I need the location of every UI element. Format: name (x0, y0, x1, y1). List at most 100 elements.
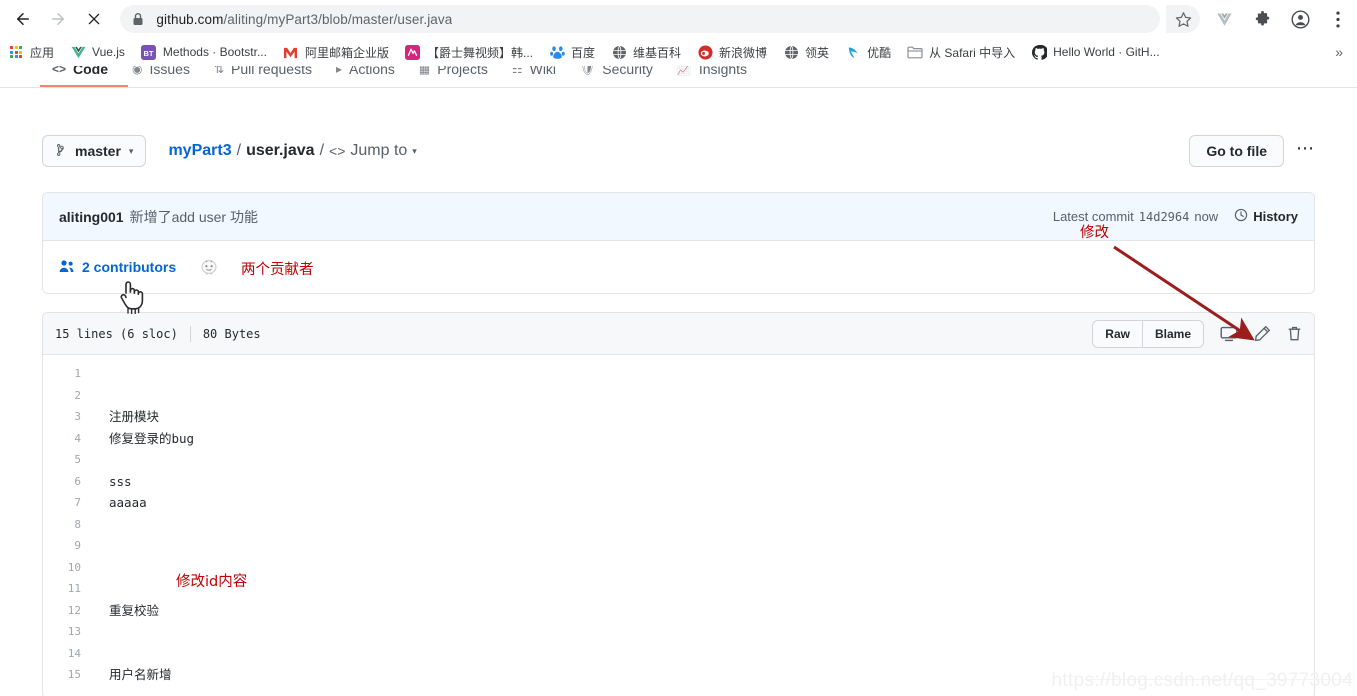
url-host: github.com (156, 11, 224, 27)
tab-label: Actions (349, 66, 395, 77)
contributors-link[interactable]: 2 contributors (59, 259, 176, 276)
line-number[interactable]: 1 (43, 363, 81, 385)
chrome-menu-icon[interactable] (1324, 5, 1352, 33)
blob-actions: Raw Blame (1092, 319, 1302, 348)
tab-actions[interactable]: ▸ Actions (324, 66, 407, 86)
bookmark-alimail[interactable]: 阿里邮箱企业版 (275, 40, 397, 64)
forward-arrow-icon[interactable] (43, 4, 72, 34)
bookmark-vuejs[interactable]: Vue.js (62, 40, 133, 64)
line-number[interactable]: 9 (43, 535, 81, 557)
bookmark-linkedin[interactable]: 领英 (775, 40, 837, 64)
git-pull-request-icon: ⇅ (213, 66, 225, 76)
more-options-kebab-icon[interactable]: ⋯ (1296, 139, 1315, 158)
commit-info-box: aliting001 新增了add user 功能 Latest commit … (42, 192, 1315, 294)
weibo-icon (697, 44, 713, 60)
bookmark-jazz-video[interactable]: 【爵士舞视频】韩... (397, 40, 541, 64)
commit-author[interactable]: aliting001 (59, 209, 124, 225)
line-number[interactable]: 4 (43, 428, 81, 450)
code-viewer: 1 2 3 4 5 6 7 8 9 10 11 12 13 14 15 注册模块… (43, 355, 1314, 696)
tab-issues[interactable]: ◉ Issues (120, 66, 202, 86)
active-tab-underline (40, 85, 128, 87)
bootstrap-icon: BT (141, 44, 157, 60)
line-number[interactable]: 13 (43, 621, 81, 643)
chevron-down-icon: ▾ (412, 145, 417, 156)
code-line: aaaaa (109, 495, 147, 510)
line-number[interactable]: 2 (43, 385, 81, 407)
blame-button[interactable]: Blame (1141, 320, 1203, 347)
people-icon (59, 259, 75, 276)
bookmark-label: 优酷 (867, 45, 892, 60)
jump-to-label: Jump to (350, 142, 408, 159)
breadcrumb-repo-link[interactable]: myPart3 (168, 142, 231, 160)
line-number[interactable]: 7 (43, 492, 81, 514)
tab-pull-requests[interactable]: ⇅ Pull requests (202, 66, 324, 86)
code-line: 注册模块 (109, 409, 160, 424)
profile-avatar-icon[interactable] (1286, 5, 1314, 33)
bookmark-weibo[interactable]: 新浪微博 (689, 40, 775, 64)
bookmark-wikipedia[interactable]: 维基百科 (603, 40, 689, 64)
bookmark-hello-world-github[interactable]: Hello World · GitH... (1023, 40, 1167, 64)
bookmark-bootstrap-methods[interactable]: BT Methods · Bootstr... (133, 40, 275, 64)
tab-label: Code (73, 66, 109, 77)
address-bar[interactable]: github.com/aliting/myPart3/blob/master/u… (120, 5, 1160, 33)
bookmark-baidu[interactable]: 百度 (541, 40, 603, 64)
contributor-avatar[interactable] (198, 256, 220, 278)
apps-grid-icon (8, 44, 24, 60)
line-number[interactable]: 5 (43, 449, 81, 471)
line-number[interactable]: 11 (43, 578, 81, 600)
baidu-icon (549, 44, 565, 60)
back-arrow-icon[interactable] (8, 4, 37, 34)
annotation-contributors-note: 两个贡献者 (241, 262, 314, 278)
commit-sha[interactable]: 14d2964 (1139, 210, 1190, 224)
bookmarks-overflow-button[interactable]: » (1335, 44, 1343, 60)
tab-code[interactable]: <> Code (40, 66, 120, 86)
url-path: /aliting/myPart3/blob/master/user.java (223, 11, 453, 27)
shield-icon: 🛡 (580, 66, 596, 76)
bookmark-safari-import-folder[interactable]: 从 Safari 中导入 (899, 40, 1023, 64)
project-board-icon: ▦ (418, 66, 431, 76)
go-to-file-button[interactable]: Go to file (1189, 135, 1284, 167)
tab-wiki[interactable]: ☷ Wiki (500, 66, 568, 86)
bookmarks-bar: 应用 Vue.js BT Methods · Bootstr... 阿里邮箱企业… (0, 38, 1357, 66)
code-icon: <> (52, 66, 67, 76)
folder-icon (907, 44, 923, 60)
branch-selector-button[interactable]: master ▾ (42, 135, 147, 167)
open-in-desktop-icon[interactable] (1220, 326, 1238, 342)
bookmark-apps[interactable]: 应用 (0, 40, 62, 64)
line-number[interactable]: 12 (43, 600, 81, 622)
bookmark-star-icon[interactable] (1166, 5, 1200, 33)
browser-toolbar: github.com/aliting/myPart3/blob/master/u… (0, 0, 1357, 38)
line-number[interactable]: 10 (43, 557, 81, 579)
bookmark-label: 领英 (805, 45, 830, 60)
raw-button[interactable]: Raw (1093, 321, 1142, 347)
blob-stats: 15 lines (6 sloc) 80 Bytes (55, 325, 261, 342)
tab-security[interactable]: 🛡 Security (568, 66, 665, 86)
vue-devtools-icon[interactable] (1210, 5, 1238, 33)
extensions-puzzle-icon[interactable] (1248, 5, 1276, 33)
line-number[interactable]: 6 (43, 471, 81, 493)
svg-text:BT: BT (144, 48, 154, 57)
hand-cursor (117, 280, 147, 315)
tab-insights[interactable]: 📈 Insights (665, 66, 759, 86)
commit-message[interactable]: 新增了add user 功能 (130, 207, 258, 227)
line-number[interactable]: 8 (43, 514, 81, 536)
bookmark-label: 从 Safari 中导入 (929, 45, 1016, 60)
line-number[interactable]: 3 (43, 406, 81, 428)
history-link[interactable]: History (1234, 208, 1298, 225)
code-line: 修复登录的bug (109, 430, 195, 446)
blob-size-label: 80 Bytes (202, 326, 261, 341)
tab-projects[interactable]: ▦ Projects (407, 66, 500, 86)
edit-pencil-icon[interactable] (1254, 325, 1271, 342)
stop-loading-icon[interactable] (79, 4, 108, 34)
bookmark-youku[interactable]: 优酷 (837, 40, 899, 64)
watermark: https://blog.csdn.net/qq_39773004 (1051, 670, 1353, 691)
delete-trash-icon[interactable] (1287, 325, 1302, 342)
tab-label: Pull requests (231, 66, 312, 77)
line-number[interactable]: 15 (43, 664, 81, 686)
repo-nav-tabs: <> Code ◉ Issues ⇅ Pull requests ▸ Actio… (0, 66, 1357, 88)
line-number[interactable]: 14 (43, 643, 81, 665)
jump-to-button[interactable]: <> Jump to ▾ (329, 142, 417, 160)
